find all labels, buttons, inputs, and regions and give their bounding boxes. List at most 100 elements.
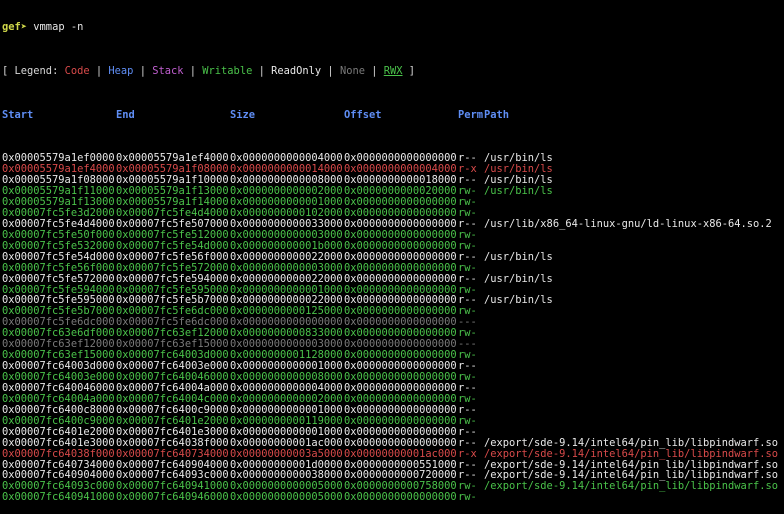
table-row: 0x00007fc5fe5b70000x00007fc5fe6dc0000x00… — [2, 306, 784, 317]
cell-end: 0x00007fc6401e3000 — [116, 426, 229, 438]
cell-size: 0x0000000000002000 — [230, 186, 343, 198]
cell-offset: 0x0000000000020000 — [344, 186, 457, 198]
cell-start: 0x00007fc5fe56f000 — [2, 262, 115, 274]
cell-end: 0x00007fc5fe507000 — [116, 218, 229, 230]
table-row: 0x00007fc5fe54d0000x00007fc5fe56f0000x00… — [2, 252, 784, 263]
table-row: 0x00007fc5fe5720000x00007fc5fe5940000x00… — [2, 274, 784, 285]
cell-perm: r-- — [458, 273, 477, 285]
cell-size: 0x0000000000003000 — [230, 339, 343, 351]
table-row: 0x00007fc5fe6dc0000x00007fc5fe6dc0000x00… — [2, 317, 784, 328]
cell-size: 0x00000000003a5000 — [230, 448, 343, 460]
header-path: Path — [484, 109, 510, 121]
cell-path: /export/sde-9.14/intel64/pin_lib/libpind… — [484, 437, 779, 449]
cell-offset: 0x0000000000000000 — [344, 382, 457, 394]
cell-perm: r-- — [458, 426, 477, 438]
cell-size: 0x0000000000000000 — [230, 317, 343, 329]
table-row: 0x00005579a1f110000x00005579a1f130000x00… — [2, 186, 784, 197]
table-row: 0x00007fc6407340000x00007fc6409040000x00… — [2, 460, 784, 471]
cell-start: 0x00007fc63e6df000 — [2, 328, 115, 340]
cell-start: 0x00007fc5fe6dc000 — [2, 317, 115, 329]
cell-perm: rw- — [458, 262, 477, 274]
cell-perm: rw- — [458, 229, 477, 241]
table-row: 0x00007fc64003e0000x00007fc6400460000x00… — [2, 372, 784, 383]
cell-end: 0x00007fc640941000 — [116, 481, 229, 493]
legend-readonly: ReadOnly — [271, 65, 322, 77]
cell-start: 0x00007fc5fe594000 — [2, 284, 115, 296]
cell-end: 0x00007fc64093c000 — [116, 470, 229, 482]
cell-path: /usr/lib/x86_64-linux-gnu/ld-linux-x86-6… — [484, 218, 772, 230]
cell-start: 0x00005579a1ef0000 — [2, 153, 115, 165]
cell-start: 0x00005579a1ef4000 — [2, 164, 115, 176]
cell-perm: r-- — [458, 175, 477, 187]
cell-end: 0x00007fc64038f000 — [116, 437, 229, 449]
cell-start: 0x00007fc5fe3d2000 — [2, 207, 115, 219]
cell-path: /export/sde-9.14/intel64/pin_lib/libpind… — [484, 448, 779, 460]
cell-size: 0x000000000001b000 — [230, 240, 343, 252]
cell-start: 0x00005579a1f08000 — [2, 175, 115, 187]
cell-size: 0x0000000000003000 — [230, 262, 343, 274]
cell-offset: 0x0000000000000000 — [344, 437, 457, 449]
cell-size: 0x0000000000001000 — [230, 426, 343, 438]
cell-start: 0x00007fc64003d000 — [2, 361, 115, 373]
table-row: 0x00005579a1ef00000x00005579a1ef40000x00… — [2, 153, 784, 164]
legend-open-bracket: [ — [2, 65, 9, 77]
header-size: Size — [230, 109, 256, 121]
cell-start: 0x00007fc64003e000 — [2, 372, 115, 383]
cell-perm: r-- — [458, 404, 477, 416]
legend-none: None — [339, 65, 365, 77]
cell-perm: rw- — [458, 328, 477, 340]
header-end: End — [116, 109, 135, 121]
cell-path: /usr/bin/ls — [484, 175, 553, 187]
cell-size: 0x0000000000022000 — [230, 295, 343, 307]
cell-start: 0x00007fc5fe532000 — [2, 240, 115, 252]
cell-start: 0x00007fc63ef12000 — [2, 339, 115, 351]
legend-writable: Writable — [202, 65, 253, 77]
cell-size: 0x0000000000004000 — [230, 382, 343, 394]
legend-line: [ Legend: Code | Heap | Stack | Writable… — [2, 65, 416, 77]
cell-size: 0x0000000000005000 — [230, 492, 343, 504]
cell-path: /export/sde-9.14/intel64/pin_lib/libpind… — [484, 481, 779, 493]
cell-start: 0x00007fc5fe4d4000 — [2, 218, 115, 230]
table-row: 0x00007fc6401e20000x00007fc6401e30000x00… — [2, 427, 784, 438]
cell-path: /usr/bin/ls — [484, 295, 553, 307]
cell-size: 0x0000000000003000 — [230, 229, 343, 241]
cell-end: 0x00007fc63ef12000 — [116, 328, 229, 340]
cell-end: 0x00007fc64004c000 — [116, 393, 229, 405]
cell-end: 0x00007fc6400c9000 — [116, 404, 229, 416]
cell-size: 0x0000000000014000 — [230, 164, 343, 176]
cell-offset: 0x0000000000000000 — [344, 372, 457, 383]
cell-end: 0x00007fc63ef15000 — [116, 339, 229, 351]
table-row: 0x00007fc6400460000x00007fc64004a0000x00… — [2, 383, 784, 394]
cell-start: 0x00007fc64038f000 — [2, 448, 115, 460]
cell-perm: --- — [458, 317, 477, 329]
cell-size: 0x0000000000022000 — [230, 251, 343, 263]
cell-end: 0x00007fc64004a000 — [116, 382, 229, 394]
table-row: 0x00007fc5fe5950000x00007fc5fe5b70000x00… — [2, 295, 784, 306]
prompt-tag: gef➤ — [2, 21, 28, 33]
cell-end: 0x00007fc5fe572000 — [116, 262, 229, 274]
cell-end: 0x00007fc5fe4d4000 — [116, 207, 229, 219]
cell-offset: 0x0000000000000000 — [344, 240, 457, 252]
terminal-window[interactable]: gef➤ vmmap -n [ Legend: Code | Heap | St… — [0, 0, 784, 503]
cell-perm: rw- — [458, 284, 477, 296]
cell-offset: 0x0000000000000000 — [344, 350, 457, 362]
cell-size: 0x00000000001ac000 — [230, 437, 343, 449]
table-row: 0x00007fc6409040000x00007fc64093c0000x00… — [2, 470, 784, 481]
cell-end: 0x00007fc5fe6dc000 — [116, 306, 229, 318]
table-row: 0x00007fc64093c0000x00007fc6409410000x00… — [2, 481, 784, 492]
table-row: 0x00007fc5fe4d40000x00007fc5fe507000 0x00… — [2, 219, 784, 230]
cell-offset: 0x0000000000000000 — [344, 218, 457, 230]
cell-perm: rw- — [458, 481, 477, 493]
cell-size: 0x0000000000004000 — [230, 153, 343, 165]
cell-start: 0x00007fc5fe5b7000 — [2, 306, 115, 318]
legend-heap: Heap — [108, 65, 134, 77]
cell-offset: 0x0000000000000000 — [344, 339, 457, 351]
cell-size: 0x00000000001d0000 — [230, 459, 343, 471]
cell-end: 0x00005579a1ef4000 — [116, 153, 229, 165]
cell-start: 0x00007fc6400c9000 — [2, 415, 115, 427]
legend-stack: Stack — [152, 65, 184, 77]
cell-perm: rw- — [458, 492, 477, 504]
cell-size: 0x0000000000001000 — [230, 361, 343, 373]
cell-end: 0x00007fc5fe512000 — [116, 229, 229, 241]
table-row: 0x00005579a1f080000x00005579a1f100000x00… — [2, 175, 784, 186]
